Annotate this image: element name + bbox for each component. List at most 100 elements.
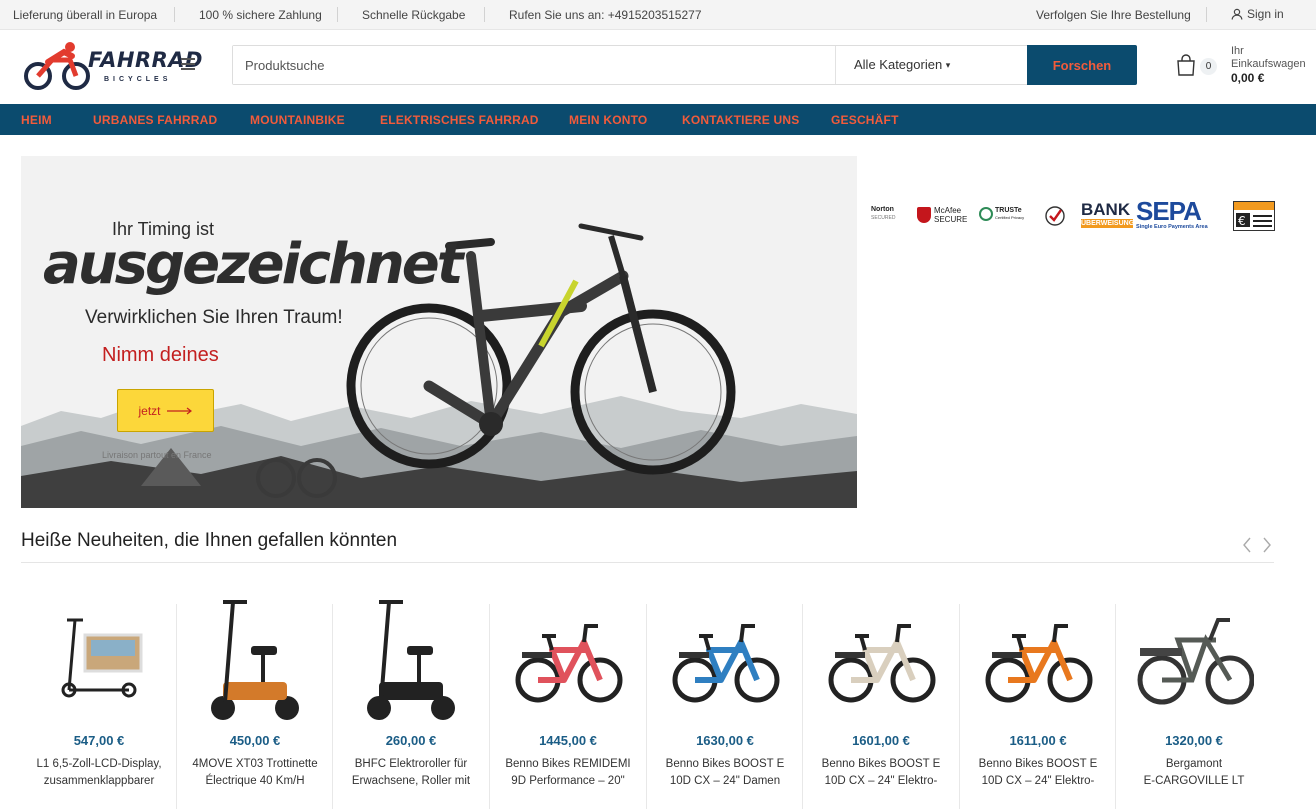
- hamburger-menu-icon[interactable]: [181, 58, 195, 70]
- product-image: [211, 600, 299, 720]
- sepa-label: SEPA: [1136, 196, 1202, 226]
- product-price: 1630,00 €: [696, 733, 754, 748]
- chevron-right-icon[interactable]: [1261, 536, 1273, 554]
- search-bar: Alle Kategorien ▾ Forschen: [232, 45, 1137, 85]
- section-divider: [21, 562, 1274, 563]
- arrow-right-icon: [166, 407, 192, 414]
- topbar-separator: [484, 7, 485, 22]
- section-title: Heiße Neuheiten, die Ihnen gefallen könn…: [21, 530, 398, 551]
- product-carousel: 547,00 € L1 6,5-Zoll-LCD-Display, zusamme…: [21, 590, 1274, 809]
- hero-shop-now-button[interactable]: jetzt: [117, 389, 214, 432]
- logo-subtitle: BICYCLES: [104, 76, 172, 83]
- sign-in-label: Sign in: [1247, 7, 1284, 21]
- product-card[interactable]: 260,00 € BHFC Elektroroller für Erwachsen…: [333, 590, 489, 809]
- product-card[interactable]: 450,00 € 4MOVE XT03 Trottinette Électriqu…: [177, 590, 333, 809]
- product-price: 260,00 €: [385, 733, 437, 748]
- header: FAHRRAD BICYCLES Alle Kategorien ▾ Forsc…: [0, 30, 1316, 104]
- product-card[interactable]: 1601,00 € Benno Bikes BOOST E 10D CX – 24…: [803, 590, 959, 809]
- truste-check-icon: [979, 207, 993, 221]
- returns-info: Schnelle Rückgabe: [362, 8, 466, 22]
- product-name: Benno Bikes REMIDEMI 9D Performance – 20": [505, 758, 631, 787]
- user-icon: [1231, 8, 1243, 20]
- product-price: 1601,00 €: [852, 733, 910, 748]
- product-name: L1 6,5-Zoll-LCD-Display, zusammenklappbar…: [36, 758, 162, 787]
- topbar-separator: [1206, 7, 1207, 22]
- product-price: 547,00 €: [73, 733, 125, 748]
- norton-badge: Norton SECURED: [871, 206, 895, 222]
- product-name: Benno Bikes BOOST E 10D CX – 24" Elektro-: [978, 758, 1098, 787]
- cart-label: Ihr Einkaufswagen: [1231, 45, 1306, 70]
- nav-item-electric-bike[interactable]: ELEKTRISCHES FAHRRAD: [380, 113, 539, 127]
- bicycle-logo-icon: [24, 42, 90, 90]
- product-name: Benno Bikes BOOST E 10D CX – 24" Damen: [665, 758, 785, 787]
- bank-sub: ÜBERWEISUNG: [1081, 219, 1133, 228]
- truste-badge: TRUSTe Certified Privacy: [979, 207, 1024, 221]
- product-image: [367, 600, 455, 720]
- hero-cta-text: Nimm deines: [102, 344, 219, 366]
- chevron-down-icon: ▾: [945, 60, 951, 70]
- hero-note: Livraison partout en France: [102, 450, 212, 460]
- bank-transfer-badge: BANK ÜBERWEISUNG: [1081, 201, 1133, 228]
- product-card[interactable]: 1630,00 € Benno Bikes BOOST E 10D CX – 24…: [647, 590, 803, 809]
- nav-item-contact[interactable]: KONTAKTIERE UNS: [682, 113, 799, 127]
- hero-banner[interactable]: Ihr Timing ist ausgezeichnet Verwirklich…: [21, 156, 857, 508]
- product-image: [1137, 618, 1254, 705]
- mcafee-sub: SECURE: [934, 215, 968, 224]
- cart-count-badge: 0: [1200, 58, 1217, 75]
- bank-transfer-euro-badge: €: [1233, 201, 1275, 231]
- trust-badges: Norton SECURED McAfee SECURE TRUSTe Cert…: [871, 196, 1276, 236]
- carousel-arrows: [1241, 536, 1273, 554]
- track-order-link[interactable]: Verfolgen Sie Ihre Bestellung: [1036, 8, 1191, 22]
- svg-text:€: €: [1238, 214, 1246, 228]
- nav-item-urban-bike[interactable]: URBANES FAHRRAD: [93, 113, 217, 127]
- category-select-label: Alle Kategorien: [854, 57, 943, 72]
- topbar-separator: [174, 7, 175, 22]
- search-input[interactable]: [233, 46, 835, 84]
- nav-item-my-account[interactable]: MEIN KONTO: [569, 113, 647, 127]
- product-card[interactable]: 1320,00 € Bergamont E-CARGOVILLE LT: [1116, 590, 1272, 809]
- nav-item-home[interactable]: HEIM: [21, 113, 52, 127]
- nav-item-mountainbike[interactable]: MOUNTAINBIKE: [250, 113, 345, 127]
- product-name: 4MOVE XT03 Trottinette Électrique 40 Km/H: [192, 758, 318, 787]
- product-name: Benno Bikes BOOST E 10D CX – 24" Elektro-: [821, 758, 941, 787]
- search-button[interactable]: Forschen: [1027, 45, 1137, 85]
- logo[interactable]: FAHRRAD BICYCLES: [24, 40, 203, 92]
- mcafee-badge: McAfee SECURE: [917, 206, 967, 224]
- hero-subtitle: Verwirklichen Sie Ihren Traum!: [85, 307, 343, 328]
- product-price: 1320,00 €: [1165, 733, 1223, 748]
- product-image: [61, 618, 143, 698]
- product-card[interactable]: 1445,00 € Benno Bikes REMIDEMI 9D Perform…: [490, 590, 646, 809]
- sign-in-link[interactable]: Sign in: [1231, 7, 1284, 21]
- sepa-sub: Single Euro Payments Area: [1136, 224, 1208, 230]
- chevron-left-icon[interactable]: [1241, 536, 1253, 554]
- truste-sub: Certified Privacy: [995, 215, 1025, 220]
- product-price: 450,00 €: [229, 733, 281, 748]
- product-image: [515, 624, 623, 703]
- verified-check-icon: [1045, 206, 1065, 226]
- delivery-info: Lieferung überall in Europa: [13, 8, 158, 22]
- nav-item-shop[interactable]: GESCHÄFT: [831, 113, 899, 127]
- main-navigation: HEIM URBANES FAHRRAD MOUNTAINBIKE ELEKTR…: [0, 104, 1316, 135]
- bank-label: BANK: [1081, 200, 1131, 219]
- payment-info: 100 % sichere Zahlung: [199, 8, 322, 22]
- product-image: [828, 624, 936, 703]
- product-card[interactable]: 547,00 € L1 6,5-Zoll-LCD-Display, zusamme…: [21, 590, 177, 809]
- product-card[interactable]: 1611,00 € Benno Bikes BOOST E 10D CX – 24…: [960, 590, 1116, 809]
- category-select[interactable]: Alle Kategorien ▾: [835, 46, 1025, 84]
- norton-badge-sub: SECURED: [871, 215, 896, 221]
- product-name: BHFC Elektroroller für Erwachsene, Roller…: [351, 758, 471, 787]
- topbar-separator: [337, 7, 338, 22]
- hero-title: ausgezeichnet: [43, 232, 464, 297]
- truste-label: TRUSTe: [995, 207, 1022, 214]
- mcafee-label: McAfee: [934, 206, 962, 215]
- product-image: [985, 624, 1093, 703]
- product-price: 1445,00 €: [539, 733, 597, 748]
- phone-info: Rufen Sie uns an: +4915203515277: [509, 8, 702, 22]
- product-name: Bergamont E-CARGOVILLE LT: [1143, 758, 1245, 787]
- cart-total: 0,00 €: [1231, 71, 1265, 85]
- shopping-bag-icon: [1177, 54, 1195, 76]
- mcafee-shield-icon: [917, 207, 931, 223]
- norton-badge-label: Norton: [871, 206, 894, 213]
- sepa-badge: SEPA Single Euro Payments Area: [1136, 196, 1208, 230]
- cart-button[interactable]: 0 Ihr Einkaufswagen 0,00 €: [1176, 44, 1311, 88]
